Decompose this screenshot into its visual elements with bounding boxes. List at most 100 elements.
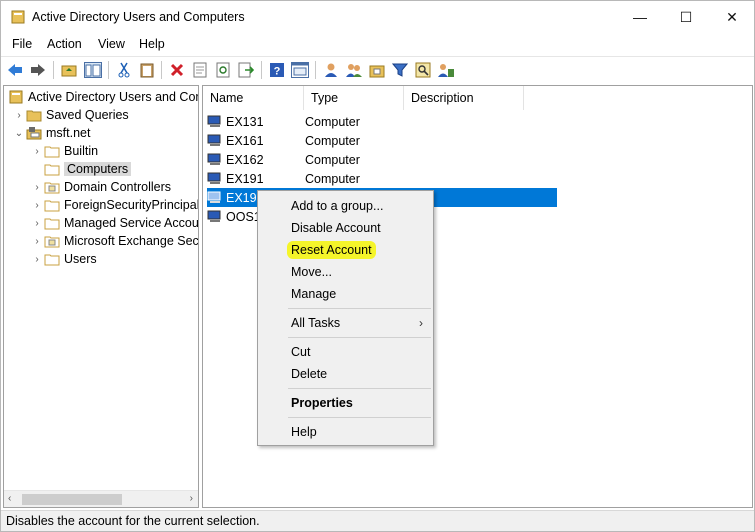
computer-name: EX162 bbox=[226, 152, 264, 167]
refresh-icon[interactable] bbox=[213, 60, 233, 80]
add-group-icon[interactable] bbox=[344, 60, 364, 80]
computer-icon bbox=[207, 191, 221, 203]
console-tree[interactable]: Active Directory Users and Com › Saved Q… bbox=[3, 85, 199, 508]
computer-icon bbox=[207, 172, 221, 184]
tree-item-builtin[interactable]: › Builtin bbox=[30, 142, 98, 160]
chevron-right-icon[interactable]: › bbox=[30, 216, 44, 230]
menu-help[interactable]: Help bbox=[139, 37, 165, 51]
chevron-right-icon[interactable]: › bbox=[30, 144, 44, 158]
chevron-right-icon[interactable]: › bbox=[30, 198, 44, 212]
menu-item-delete[interactable]: Delete bbox=[258, 363, 433, 385]
show-tree-icon[interactable] bbox=[83, 60, 103, 80]
back-arrow-icon[interactable] bbox=[5, 60, 25, 80]
tree-item-managed-service-accounts[interactable]: › Managed Service Accour bbox=[30, 214, 199, 232]
tree-item-microsoft-exchange-security[interactable]: › Microsoft Exchange Secu bbox=[30, 232, 198, 250]
context-menu: Add to a group... Disable Account Reset … bbox=[257, 190, 434, 446]
minimize-button[interactable]: — bbox=[617, 1, 663, 33]
menu-item-label: Disable Account bbox=[291, 221, 381, 235]
tree-horizontal-scrollbar[interactable]: ‹ › bbox=[4, 490, 198, 507]
export-list-icon[interactable] bbox=[236, 60, 256, 80]
computer-type: Computer bbox=[305, 171, 360, 186]
scroll-right-icon[interactable]: › bbox=[190, 493, 193, 504]
tree-item-computers[interactable]: Computers bbox=[30, 160, 132, 178]
delegate-icon[interactable] bbox=[436, 60, 456, 80]
chevron-right-icon[interactable]: › bbox=[30, 180, 44, 194]
help-icon[interactable]: ? bbox=[267, 60, 287, 80]
menu-item-manage[interactable]: Manage bbox=[258, 283, 433, 305]
forward-arrow-icon[interactable] bbox=[28, 60, 48, 80]
domain-icon bbox=[26, 127, 42, 140]
submenu-arrow-icon: › bbox=[419, 316, 423, 330]
status-text: Disables the account for the current sel… bbox=[6, 514, 260, 528]
computer-name: EX131 bbox=[226, 114, 264, 129]
menu-item-cut[interactable]: Cut bbox=[258, 341, 433, 363]
chevron-down-icon[interactable]: ⌄ bbox=[12, 126, 26, 140]
computer-type: Computer bbox=[305, 114, 360, 129]
console-icon[interactable] bbox=[290, 60, 310, 80]
list-item[interactable]: EX162 Computer bbox=[207, 150, 557, 169]
chevron-right-icon[interactable]: › bbox=[30, 252, 44, 266]
tree-item-saved-queries[interactable]: › Saved Queries bbox=[12, 106, 129, 124]
tree-item-label: Computers bbox=[64, 162, 132, 176]
list-item[interactable]: EX131 Computer bbox=[207, 112, 557, 131]
menu-view[interactable]: View bbox=[98, 37, 125, 51]
title-bar: Active Directory Users and Computers — ☐… bbox=[1, 1, 754, 33]
tree-item-msft-net[interactable]: ⌄ msft.net bbox=[12, 124, 91, 142]
add-user-icon[interactable] bbox=[321, 60, 341, 80]
list-item[interactable]: EX161 Computer bbox=[207, 131, 557, 150]
tree-item-users[interactable]: › Users bbox=[30, 250, 97, 268]
clipboard-icon[interactable] bbox=[137, 60, 157, 80]
column-header-name[interactable]: Name bbox=[203, 86, 304, 110]
cut-icon[interactable] bbox=[114, 60, 134, 80]
maximize-button[interactable]: ☐ bbox=[663, 1, 709, 33]
computer-icon bbox=[207, 210, 221, 222]
menu-item-label: Properties bbox=[291, 396, 353, 410]
chevron-right-icon[interactable]: › bbox=[30, 234, 44, 248]
folder-up-icon[interactable] bbox=[59, 60, 79, 80]
folder-icon bbox=[44, 146, 60, 158]
tree-item-foreign-security-principals[interactable]: › ForeignSecurityPrincipals bbox=[30, 196, 198, 214]
window-title: Active Directory Users and Computers bbox=[32, 10, 245, 24]
find-icon[interactable] bbox=[413, 60, 433, 80]
computer-name: EX161 bbox=[226, 133, 264, 148]
menu-item-help[interactable]: Help bbox=[258, 421, 433, 443]
folder-icon bbox=[26, 110, 42, 122]
menu-separator bbox=[288, 388, 431, 389]
scrollbar-thumb[interactable] bbox=[22, 494, 122, 505]
menu-file[interactable]: File bbox=[12, 37, 32, 51]
tree-root[interactable]: Active Directory Users and Com bbox=[8, 88, 198, 106]
close-button[interactable]: ✕ bbox=[709, 1, 755, 33]
computer-type: Computer bbox=[305, 152, 360, 167]
list-item[interactable]: EX191 Computer bbox=[207, 169, 557, 188]
scroll-left-icon[interactable]: ‹ bbox=[8, 493, 11, 504]
column-header-type[interactable]: Type bbox=[304, 86, 404, 110]
menu-item-label: Delete bbox=[291, 367, 328, 381]
delete-icon[interactable] bbox=[167, 60, 187, 80]
computer-name: EX191 bbox=[226, 171, 264, 186]
menu-bar: File Action View Help bbox=[1, 33, 754, 55]
menu-item-disable-account[interactable]: Disable Account bbox=[258, 217, 433, 239]
menu-item-reset-account[interactable]: Reset Account bbox=[258, 239, 433, 261]
tree-item-label: msft.net bbox=[46, 126, 91, 140]
properties-icon[interactable] bbox=[190, 60, 210, 80]
menu-item-properties[interactable]: Properties bbox=[258, 392, 433, 414]
tree-item-label: Saved Queries bbox=[46, 108, 129, 122]
menu-separator bbox=[288, 417, 431, 418]
toolbar: ? bbox=[1, 56, 754, 82]
menu-action[interactable]: Action bbox=[47, 37, 82, 51]
folder-icon bbox=[44, 218, 60, 230]
tree-item-domain-controllers[interactable]: › Domain Controllers bbox=[30, 178, 171, 196]
column-header-description[interactable]: Description bbox=[404, 86, 524, 110]
add-ou-icon[interactable] bbox=[367, 60, 387, 80]
folder-icon bbox=[44, 254, 60, 266]
menu-item-move[interactable]: Move... bbox=[258, 261, 433, 283]
tree-item-label: Managed Service Accour bbox=[64, 216, 199, 230]
menu-item-add-to-group[interactable]: Add to a group... bbox=[258, 195, 433, 217]
menu-item-all-tasks[interactable]: All Tasks › bbox=[258, 312, 433, 334]
menu-item-label: All Tasks bbox=[291, 316, 341, 330]
chevron-right-icon[interactable]: › bbox=[12, 108, 26, 122]
menu-item-label: Cut bbox=[291, 345, 311, 359]
filter-icon[interactable] bbox=[390, 60, 410, 80]
tree-item-label: Users bbox=[64, 252, 97, 266]
status-bar: Disables the account for the current sel… bbox=[1, 510, 754, 531]
